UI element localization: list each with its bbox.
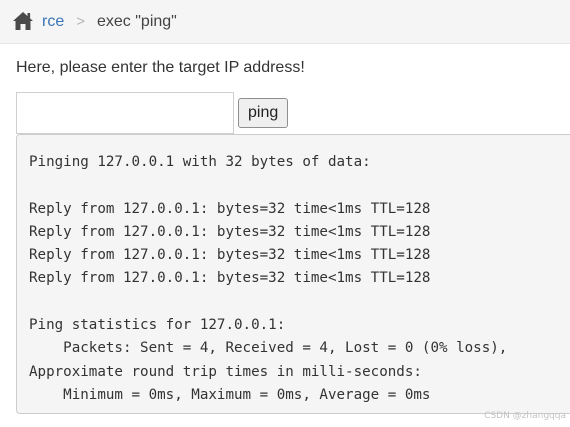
ip-prompt-label: Here, please enter the target IP address… (16, 59, 305, 76)
ping-output: Pinging 127.0.0.1 with 32 bytes of data:… (16, 134, 570, 414)
breadcrumb-link-rce[interactable]: rce (42, 13, 64, 31)
output-line: Reply from 127.0.0.1: bytes=32 time<1ms … (29, 200, 431, 217)
output-line: Reply from 127.0.0.1: bytes=32 time<1ms … (29, 247, 431, 264)
ip-address-input[interactable] (16, 92, 234, 134)
breadcrumb-separator: > (76, 13, 85, 30)
ping-button[interactable]: ping (238, 98, 289, 128)
output-line: Pinging 127.0.0.1 with 32 bytes of data: (29, 154, 371, 170)
output-line: Reply from 127.0.0.1: bytes=32 time<1ms … (29, 223, 431, 240)
output-line: Reply from 127.0.0.1: bytes=32 time<1ms … (29, 270, 431, 287)
output-line: Approximate round trip times in milli-se… (29, 363, 422, 380)
output-line: Minimum = 0ms, Maximum = 0ms, Average = … (29, 386, 431, 403)
home-icon[interactable] (12, 11, 34, 31)
breadcrumb-current: exec "ping" (97, 12, 177, 30)
output-line: Packets: Sent = 4, Received = 4, Lost = … (29, 340, 508, 357)
breadcrumb: rce > exec "ping" (0, 0, 570, 44)
watermark: CSDN @zhangqqa (484, 411, 566, 421)
output-line: Ping statistics for 127.0.0.1: (29, 317, 286, 334)
